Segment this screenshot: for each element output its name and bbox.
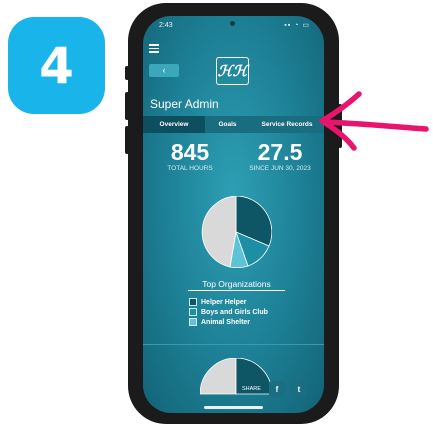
signal-wifi-battery-icon: ▪▪ ◔ ▭ xyxy=(284,22,310,29)
total-hours-stat: 845 TOTAL HOURS xyxy=(155,140,225,172)
top-organizations-title: Top Organizations xyxy=(188,279,285,291)
legend-label: Helper Helper xyxy=(201,298,247,306)
organizations-pie-chart xyxy=(201,196,272,268)
total-hours-label: TOTAL HOURS xyxy=(167,165,213,172)
twitter-share-icon[interactable]: t xyxy=(290,381,307,397)
facebook-share-icon[interactable]: f xyxy=(268,381,285,397)
organizations-legend: Helper Helper Boys and Girls Club Animal… xyxy=(189,297,268,327)
front-camera xyxy=(230,21,235,26)
pie-slice-other xyxy=(201,196,237,268)
volume-down-button xyxy=(125,126,129,154)
legend-swatch xyxy=(189,298,197,306)
legend-swatch xyxy=(189,308,197,316)
tab-bar: Overview Goals Service Records xyxy=(143,116,324,133)
tab-overview[interactable]: Overview xyxy=(143,116,205,133)
total-hours-value: 845 xyxy=(170,139,210,165)
legend-label: Boys and Girls Club xyxy=(201,308,268,316)
share-bar: SHARE f t xyxy=(242,381,313,397)
step-number-badge: 4 xyxy=(8,17,105,114)
pointer-arrow-icon xyxy=(319,91,429,151)
legend-item: Boys and Girls Club xyxy=(189,307,268,317)
status-time: 2:43 xyxy=(159,22,173,29)
legend-label: Animal Shelter xyxy=(201,318,251,326)
legend-item: Helper Helper xyxy=(189,297,268,307)
app-logo: ℋℋ xyxy=(216,57,249,85)
app-screen: 2:43 ▪▪ ◔ ▭ ‹ ℋℋ Super Admin Overview Go… xyxy=(143,16,324,413)
home-indicator[interactable] xyxy=(204,406,263,409)
back-button[interactable]: ‹ xyxy=(149,64,179,77)
hamburger-menu-icon[interactable] xyxy=(149,44,159,55)
recent-hours-label: SINCE JUN 30, 2023 xyxy=(249,165,311,172)
mute-switch xyxy=(125,66,129,80)
section-divider xyxy=(143,344,324,345)
page-title: Super Admin xyxy=(150,97,219,111)
pie2-slice-light xyxy=(200,358,237,395)
tab-goals[interactable]: Goals xyxy=(205,116,250,133)
legend-swatch xyxy=(189,318,197,326)
legend-item: Animal Shelter xyxy=(189,317,268,327)
share-label: SHARE xyxy=(242,386,261,392)
volume-up-button xyxy=(125,92,129,120)
